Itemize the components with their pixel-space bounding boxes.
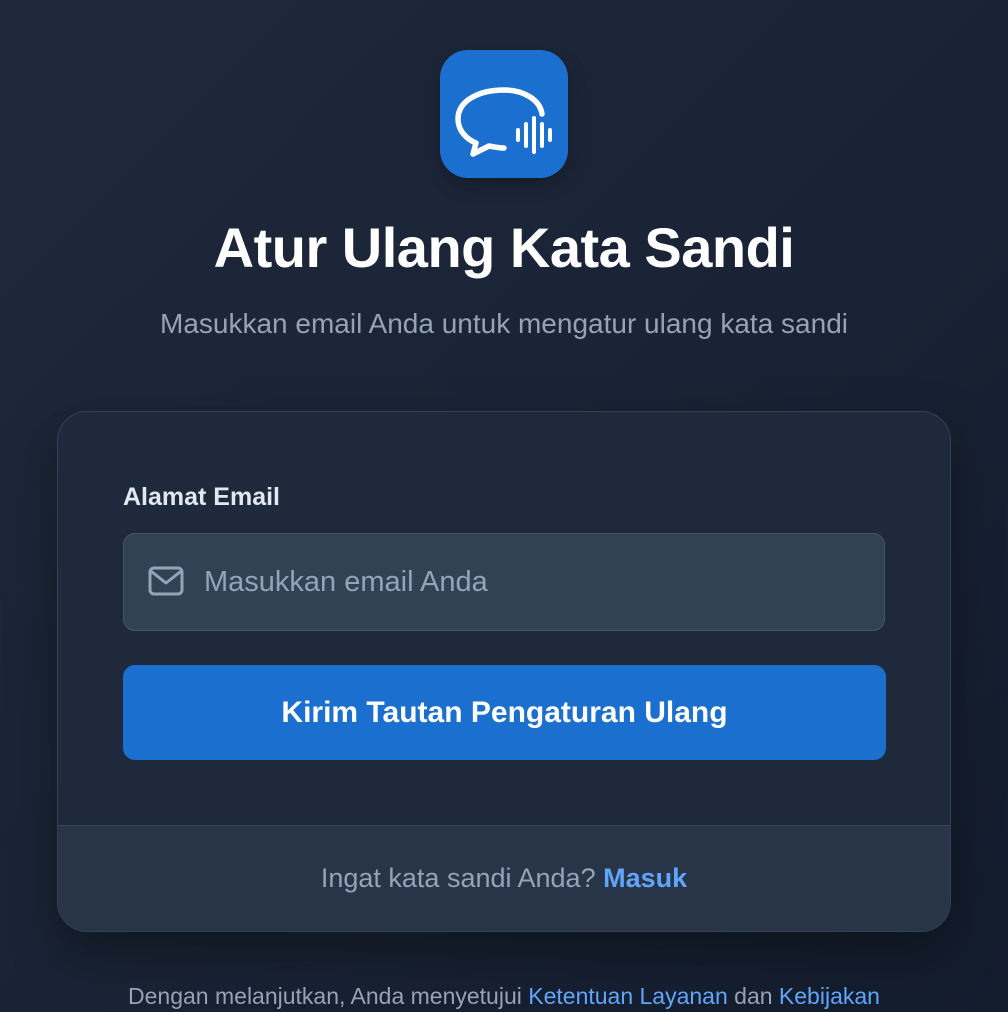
chat-bubble-soundwave-icon [455,87,552,157]
email-input[interactable] [204,534,864,630]
signin-link[interactable]: Masuk [603,863,687,893]
email-field[interactable] [123,533,885,631]
send-reset-link-button[interactable]: Kirim Tautan Pengaturan Ulang [123,665,886,760]
page-title: Atur Ulang Kata Sandi [213,216,795,279]
legal-notice: Dengan melanjutkan, Anda menyetujui Kete… [0,980,1008,1012]
legal-prefix-text: Dengan melanjutkan, Anda menyetujui [128,983,529,1009]
card-footer: Ingat kata sandi Anda? Masuk [58,825,950,931]
privacy-policy-link[interactable]: Kebijakan [779,983,880,1009]
reset-card: Alamat Email Kirim Tautan Pengaturan Ula… [57,411,951,932]
reset-form: Alamat Email Kirim Tautan Pengaturan Ula… [58,412,950,825]
app-logo [440,50,568,178]
terms-of-service-link[interactable]: Ketentuan Layanan [528,983,728,1009]
email-label: Alamat Email [123,483,281,511]
page-subtitle: Masukkan email Anda untuk mengatur ulang… [160,308,848,339]
remember-password-text: Ingat kata sandi Anda? [320,863,604,893]
legal-joiner-text: dan [727,983,779,1009]
mail-icon [148,566,184,596]
